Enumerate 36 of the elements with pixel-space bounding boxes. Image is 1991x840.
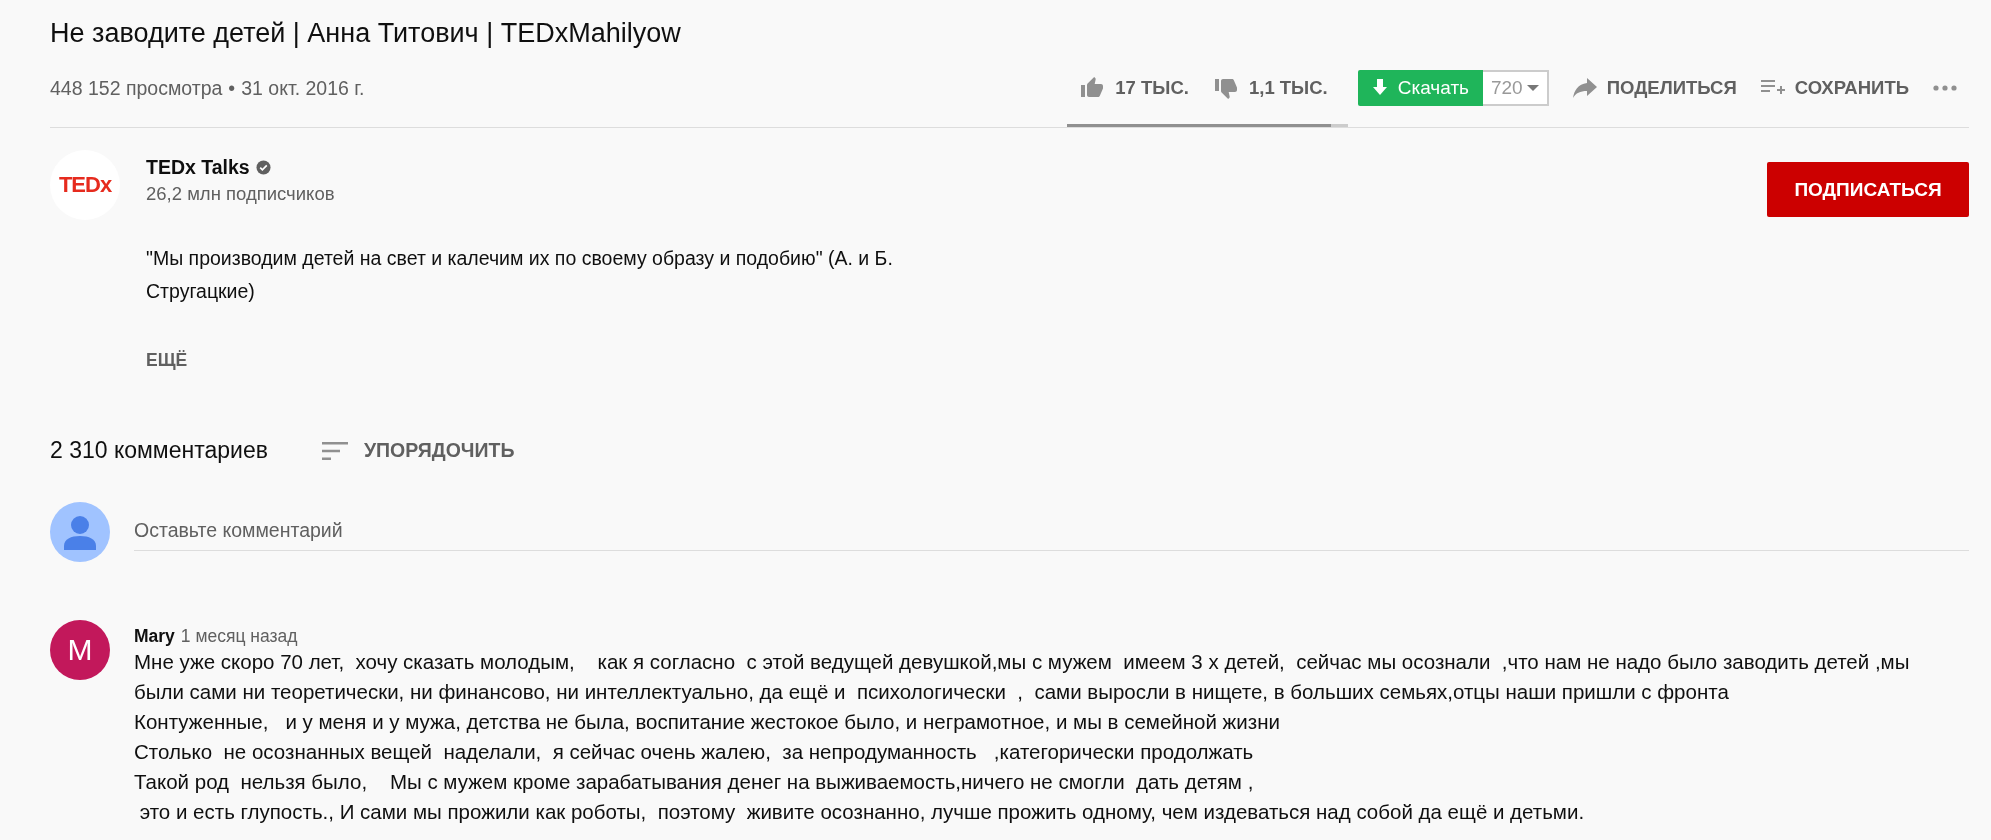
channel-name[interactable]: TEDx Talks: [146, 156, 250, 179]
comment-author[interactable]: Mary: [134, 626, 175, 647]
channel-logo[interactable]: TEDx: [50, 150, 120, 220]
subscriber-count: 26,2 млн подписчиков: [146, 183, 336, 205]
show-more-button[interactable]: ЕЩЁ: [146, 350, 188, 371]
upload-date: 31 окт. 2016 г.: [241, 76, 365, 100]
download-icon: [1371, 79, 1388, 97]
comment-text-line: это и есть глупость., И сами мы прожили как роботы, поэтому живите осознанно, лучше прожить одному, чем издеваться над собой да ещё и детьми.: [138, 799, 1586, 825]
comment-time[interactable]: 1 месяц назад: [180, 626, 298, 647]
description-line: Стругацкие): [146, 279, 256, 304]
comment-text-line: Контуженные, и у меня и у мужа, детства не была, воспитание жестокое было, и неграмотное, и мы в семейной жизни: [134, 709, 1281, 735]
more-dots-icon: [1933, 85, 1957, 91]
video-title: Не заводите детей | Анна Титович | TEDxMahilyow: [50, 18, 682, 49]
view-count: 448 152 просмотра: [50, 76, 223, 100]
comment-text-line: Столько не осознанных вещей наделали, я сейчас очень жалею, за непродуманность ,категорически продолжать: [134, 739, 1255, 765]
verified-icon: [255, 160, 271, 175]
thumbs-down-icon: [1212, 76, 1239, 100]
save-button[interactable]: СОХРАНИТЬ: [1748, 68, 1921, 108]
separator-dot: •: [228, 76, 236, 100]
comment-text-line: были сами ни теоретически, ни финансово, ни интеллектуально, да ещё и психологически , сами выросли в нищете, в больших семьях,отцы наши пришли с фронта: [134, 679, 1730, 705]
sort-icon: [321, 441, 348, 460]
share-arrow-icon: [1572, 78, 1597, 98]
comment-text-line: Мне уже скоро 70 лет, хочу сказать молодым, как я согласно с этой ведущей девушкой,мы с мужем имеем 3 х детей, сейчас мы осознали ,что нам не надо было заводить детей ,мы: [134, 649, 1911, 675]
dislike-button[interactable]: 1,1 ТЫС.: [1200, 68, 1340, 108]
share-button[interactable]: ПОДЕЛИТЬСЯ: [1560, 68, 1749, 108]
sort-button[interactable]: УПОРЯДОЧИТЬ: [321, 439, 515, 462]
user-avatar-icon: [50, 502, 110, 562]
comment-text-line: Такой род нельзя было, Мы с мужем кроме зарабатывания денег на выживаемость,ничего не смогли дать детям ,: [134, 769, 1255, 795]
comment-input-field[interactable]: Оставьте комментарий: [134, 513, 1969, 551]
comment-count: 2 310 комментариев: [50, 437, 268, 464]
description-line: "Мы производим детей на свет и калечим их по своему образу и подобию" (А. и Б.: [146, 246, 894, 271]
author-avatar[interactable]: M: [50, 620, 110, 680]
subscribe-button[interactable]: ПОДПИСАТЬСЯ: [1767, 162, 1969, 217]
like-button[interactable]: 17 ТЫС.: [1067, 68, 1201, 108]
caret-icon: [1526, 84, 1539, 92]
thumbs-up-icon: [1079, 76, 1106, 100]
